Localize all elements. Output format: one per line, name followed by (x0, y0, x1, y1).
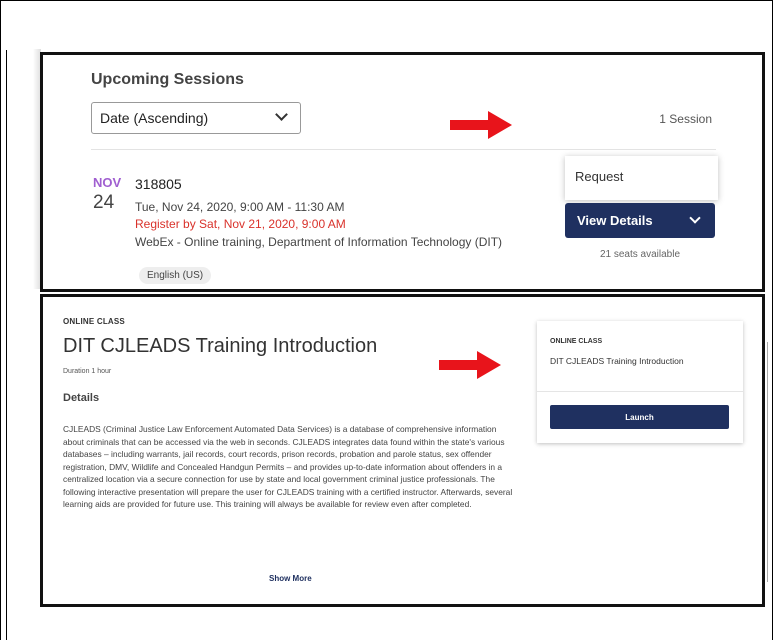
details-heading: Details (63, 392, 100, 404)
card-divider (537, 391, 743, 392)
course-type-label: ONLINE CLASS (63, 317, 125, 326)
launch-card-title: DIT CJLEADS Training Introduction (550, 356, 684, 366)
session-register-by: Register by Sat, Nov 21, 2020, 9:00 AM (135, 217, 346, 231)
chevron-down-icon (275, 108, 288, 121)
request-menu-item[interactable]: Request (565, 156, 718, 200)
upcoming-sessions-panel: Upcoming Sessions Date (Ascending) 1 Ses… (40, 52, 765, 292)
red-arrow-icon (439, 351, 501, 379)
language-badge: English (US) (139, 267, 212, 284)
course-title: DIT CJLEADS Training Introduction (63, 335, 378, 357)
show-more-link[interactable]: Show More (269, 574, 312, 583)
session-month: NOV (93, 175, 122, 190)
left-rule (6, 50, 7, 640)
course-details-panel: ONLINE CLASS DIT CJLEADS Training Introd… (40, 294, 768, 607)
sort-select-value: Date (Ascending) (100, 110, 209, 126)
sort-select[interactable]: Date (Ascending) (91, 102, 301, 134)
launch-card: ONLINE CLASS DIT CJLEADS Training Introd… (537, 321, 743, 443)
divider (91, 149, 716, 150)
session-day: 24 (93, 192, 115, 213)
session-id: 318805 (135, 176, 182, 192)
view-details-label: View Details (577, 213, 653, 228)
course-duration: Duration 1 hour (63, 368, 112, 375)
session-count: 1 Session (659, 112, 712, 126)
seats-available: 21 seats available (599, 249, 681, 260)
launch-button[interactable]: Launch (550, 405, 729, 429)
session-time: Tue, Nov 24, 2020, 9:00 AM - 11:30 AM (135, 200, 345, 214)
course-description: CJLEADS (Criminal Justice Law Enforcemen… (63, 424, 513, 509)
side-divider (767, 342, 768, 582)
view-details-button[interactable]: View Details (565, 203, 715, 238)
red-arrow-icon (450, 111, 512, 139)
session-location: WebEx - Online training, Department of I… (135, 235, 503, 249)
chevron-down-icon (689, 212, 701, 224)
upcoming-sessions-title: Upcoming Sessions (91, 71, 244, 88)
launch-card-type-label: ONLINE CLASS (550, 338, 603, 345)
